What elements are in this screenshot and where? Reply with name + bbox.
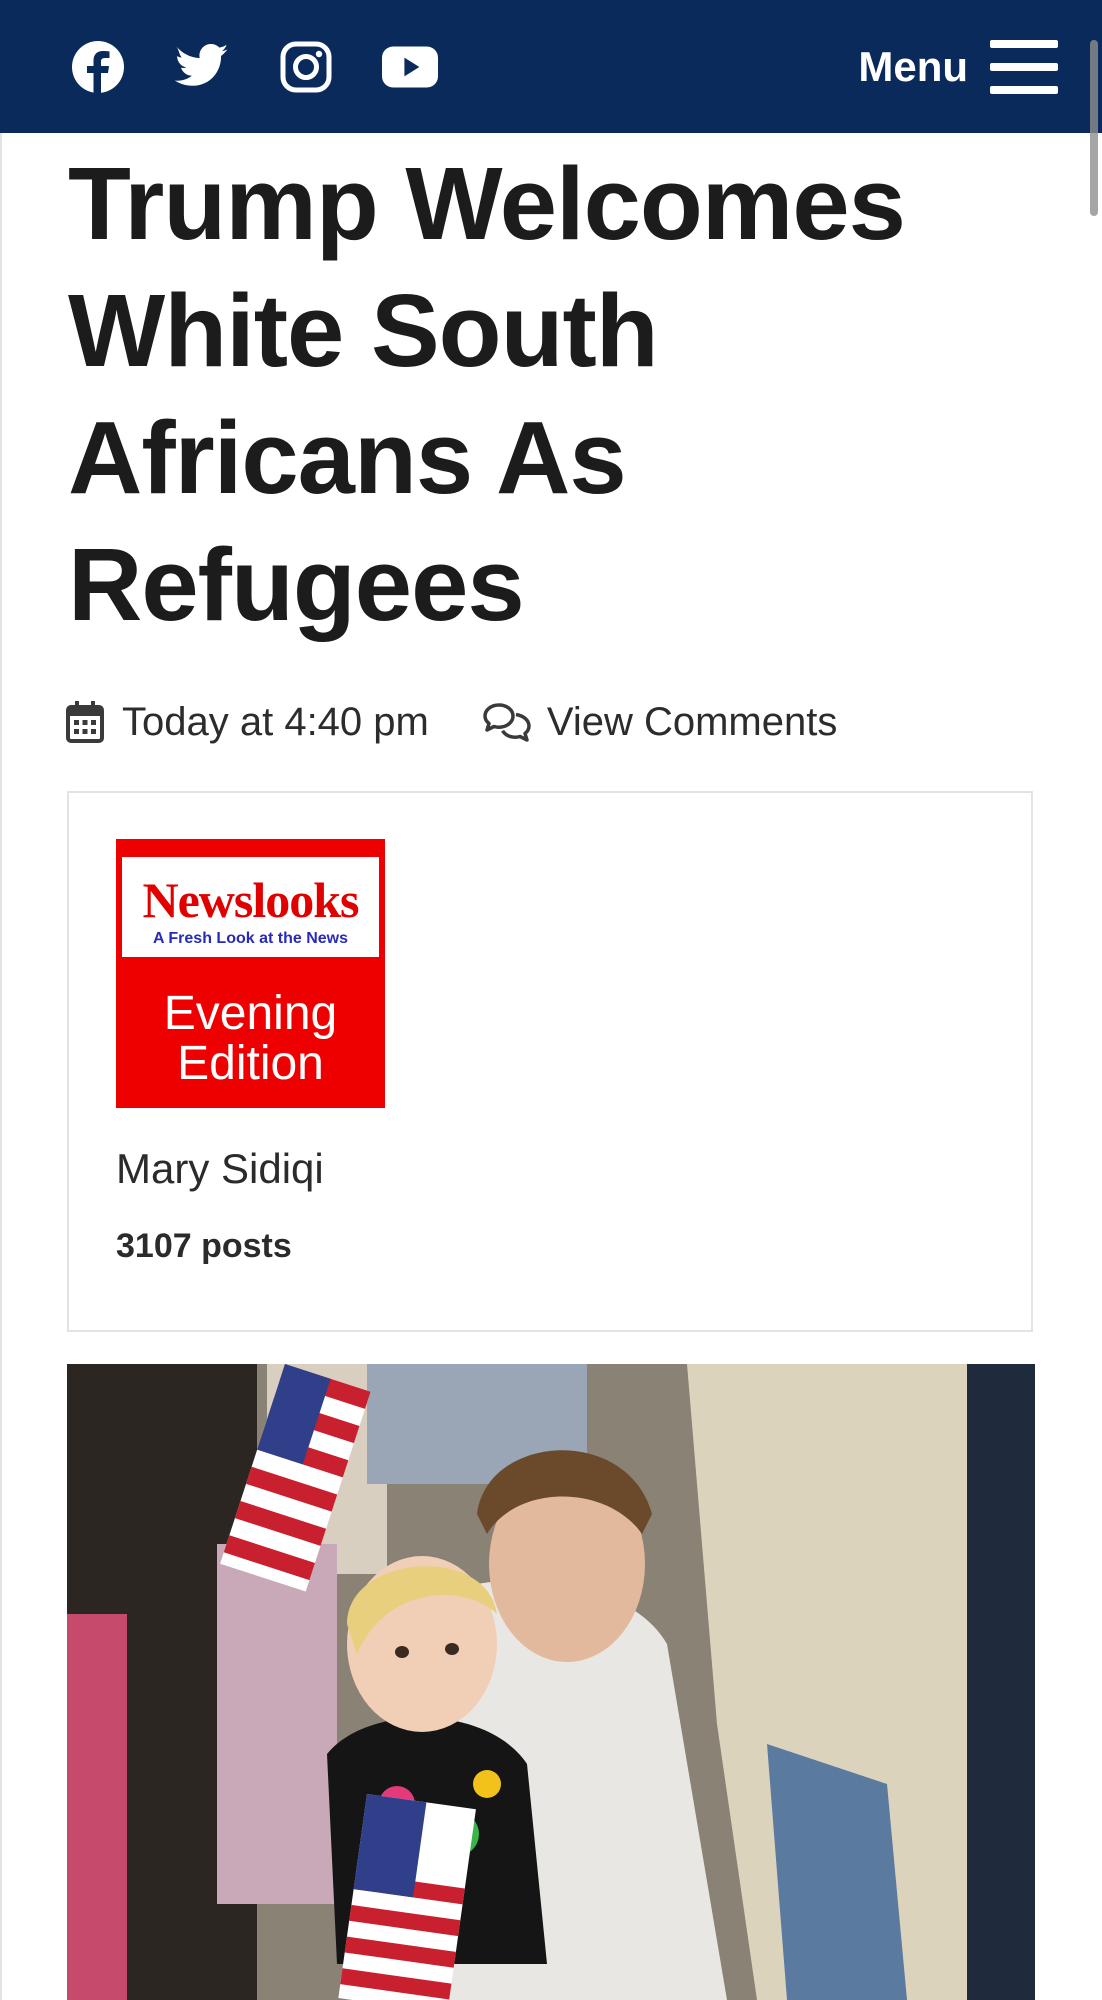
comments-icon[interactable] [483,702,531,742]
photo-illustration [67,1364,1035,2000]
twitter-icon[interactable] [174,39,230,95]
page-left-border [0,133,2,2000]
menu-button[interactable]: Menu [858,0,1058,133]
author-name[interactable]: Mary Sidiqi [116,1145,324,1193]
instagram-icon[interactable] [278,39,334,95]
article-meta: Today at 4:40 pm View Comments [66,694,837,750]
article-photo[interactable] [67,1364,1035,2000]
youtube-icon[interactable] [382,39,438,95]
logo-brand: Newslooks [142,872,359,928]
logo-tagline: A Fresh Look at the News [153,930,348,947]
facebook-icon[interactable] [70,39,126,95]
author-box: Newslooks A Fresh Look at the News Eveni… [67,791,1033,1332]
calendar-icon [66,701,104,743]
logo-edition-line2: Edition [177,1037,324,1090]
author-post-count: 3107 posts [116,1227,292,1265]
top-navigation-bar: Menu [0,0,1102,216]
menu-label: Menu [858,42,968,90]
logo-white-panel: Newslooks A Fresh Look at the News [122,857,379,957]
author-avatar-logo[interactable]: Newslooks A Fresh Look at the News Eveni… [116,839,385,1108]
logo-edition: Evening Edition [116,989,385,1089]
scrollbar[interactable] [1090,40,1098,216]
article-title: Trump Welcomes White South Africans As R… [68,146,906,642]
logo-edition-line1: Evening [163,987,338,1040]
social-links [70,39,438,95]
article-date: Today at 4:40 pm [122,699,429,744]
view-comments-link[interactable]: View Comments [547,700,837,745]
hamburger-icon [990,39,1058,94]
